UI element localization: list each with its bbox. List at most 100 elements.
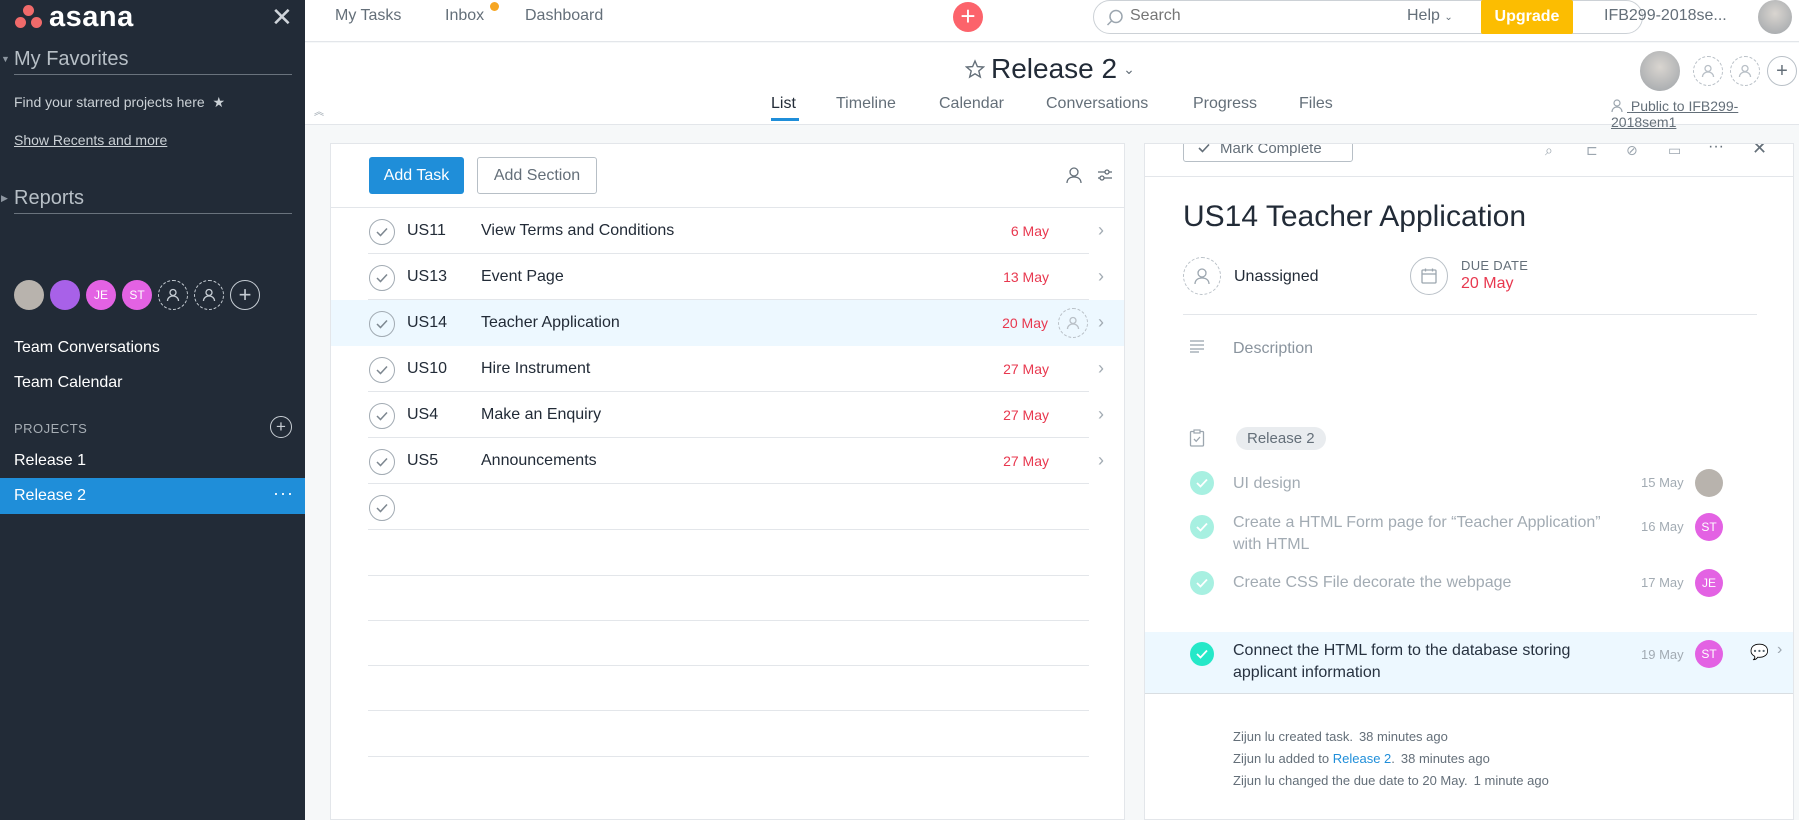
- add-section-button[interactable]: Add Section: [477, 157, 597, 194]
- avatar[interactable]: [14, 280, 44, 310]
- favorites-heading[interactable]: My Favorites: [14, 48, 292, 75]
- task-due-date[interactable]: 27 May: [1003, 453, 1049, 469]
- complete-checkbox-icon[interactable]: [369, 311, 395, 337]
- upgrade-button[interactable]: Upgrade: [1481, 0, 1573, 34]
- sidebar-item-release-2[interactable]: Release 2 ···: [0, 478, 305, 514]
- person-placeholder-icon[interactable]: [194, 280, 224, 310]
- tab-timeline[interactable]: Timeline: [836, 95, 896, 113]
- chevron-right-icon[interactable]: ›: [1098, 312, 1104, 333]
- more-options-icon[interactable]: ···: [273, 483, 294, 504]
- subtask-icon[interactable]: ⊏: [1586, 144, 1598, 159]
- person-placeholder-icon[interactable]: [158, 280, 188, 310]
- table-row[interactable]: US11 View Terms and Conditions 6 May ›: [331, 208, 1124, 254]
- comment-icon[interactable]: 💬: [1750, 643, 1769, 661]
- avatar[interactable]: [1695, 469, 1723, 497]
- avatar[interactable]: ST: [122, 280, 152, 310]
- avatar[interactable]: JE: [86, 280, 116, 310]
- task-due-date[interactable]: 27 May: [1003, 407, 1049, 423]
- complete-checkbox-icon[interactable]: [369, 219, 395, 245]
- user-avatar[interactable]: [1758, 0, 1792, 34]
- task-name[interactable]: Hire Instrument: [481, 360, 590, 378]
- assignee-filter-icon[interactable]: [1065, 166, 1083, 184]
- add-project-icon[interactable]: +: [270, 416, 292, 438]
- project-title[interactable]: Release 2 ⌄: [965, 53, 1135, 85]
- task-due-date[interactable]: 27 May: [1003, 361, 1049, 377]
- add-member-icon[interactable]: +: [230, 280, 260, 310]
- chevron-right-icon[interactable]: ›: [1098, 220, 1104, 241]
- assignee-placeholder-icon[interactable]: [1058, 308, 1088, 338]
- task-due-date[interactable]: 6 May: [1011, 223, 1049, 239]
- task-name[interactable]: Event Page: [481, 268, 564, 286]
- complete-checkbox-icon[interactable]: [369, 403, 395, 429]
- close-icon[interactable]: ✕: [1752, 144, 1767, 159]
- complete-checkbox-icon[interactable]: [369, 357, 395, 383]
- team-conversations-link[interactable]: Team Conversations: [14, 339, 160, 357]
- task-name[interactable]: View Terms and Conditions: [481, 222, 674, 240]
- table-row-selected[interactable]: US14 Teacher Application 20 May ›: [331, 300, 1124, 346]
- add-member-icon[interactable]: +: [1767, 56, 1797, 86]
- close-sidebar-icon[interactable]: ✕: [271, 2, 293, 33]
- person-placeholder-icon[interactable]: [1693, 56, 1723, 86]
- chevron-right-icon[interactable]: ›: [1098, 358, 1104, 379]
- avatar[interactable]: [50, 280, 80, 310]
- description-field[interactable]: Description: [1233, 340, 1313, 358]
- tab-progress[interactable]: Progress: [1193, 95, 1257, 113]
- tab-list[interactable]: List: [771, 95, 796, 113]
- subtask-row-active[interactable]: Connect the HTML form to the database st…: [1145, 632, 1793, 694]
- mark-complete-button[interactable]: Mark Complete: [1183, 144, 1353, 162]
- nav-dashboard[interactable]: Dashboard: [525, 7, 603, 25]
- subtask-name[interactable]: UI design: [1233, 473, 1301, 495]
- add-task-button[interactable]: Add Task: [369, 157, 464, 194]
- subtask-date[interactable]: 16 May: [1641, 519, 1684, 534]
- due-date-value[interactable]: 20 May: [1461, 275, 1513, 293]
- task-due-date[interactable]: 13 May: [1003, 269, 1049, 285]
- caret-down-icon[interactable]: ▼: [1, 54, 10, 64]
- show-recents-link[interactable]: Show Recents and more: [14, 132, 167, 148]
- assignee-value[interactable]: Unassigned: [1234, 268, 1319, 286]
- assignee-placeholder-icon[interactable]: [1183, 257, 1221, 295]
- chevron-right-icon[interactable]: ›: [1777, 641, 1782, 659]
- link-icon[interactable]: ⊘: [1626, 144, 1638, 159]
- subtask-row[interactable]: Create a HTML Form page for “Teacher App…: [1145, 506, 1793, 562]
- nav-inbox[interactable]: Inbox: [445, 7, 484, 25]
- new-task-row[interactable]: [331, 484, 1124, 530]
- subtask-name[interactable]: Create CSS File decorate the webpage: [1233, 572, 1511, 594]
- avatar[interactable]: JE: [1695, 569, 1723, 597]
- table-row[interactable]: US13 Event Page 13 May ›: [331, 254, 1124, 300]
- task-name[interactable]: Announcements: [481, 452, 597, 470]
- task-due-date[interactable]: 20 May: [1002, 315, 1048, 331]
- chevron-down-icon[interactable]: ⌄: [1123, 61, 1135, 78]
- reports-heading[interactable]: Reports: [14, 187, 292, 214]
- task-name[interactable]: Make an Enquiry: [481, 406, 601, 424]
- table-row[interactable]: US4 Make an Enquiry 27 May ›: [331, 392, 1124, 438]
- avatar[interactable]: ST: [1695, 513, 1723, 541]
- table-row[interactable]: US5 Announcements 27 May ›: [331, 438, 1124, 484]
- complete-checkbox-icon[interactable]: [369, 495, 395, 521]
- avatar[interactable]: ST: [1695, 640, 1723, 668]
- caret-right-icon[interactable]: ▶: [1, 193, 8, 204]
- help-menu[interactable]: Help ⌄: [1407, 7, 1453, 25]
- chevron-right-icon[interactable]: ›: [1098, 404, 1104, 425]
- completed-check-icon[interactable]: [1190, 471, 1214, 495]
- table-row[interactable]: US10 Hire Instrument 27 May ›: [331, 346, 1124, 392]
- person-placeholder-icon[interactable]: [1730, 56, 1760, 86]
- fullscreen-icon[interactable]: ▭: [1668, 144, 1681, 159]
- complete-checkbox-icon[interactable]: [369, 265, 395, 291]
- more-actions-icon[interactable]: ···: [1708, 144, 1724, 156]
- workspace-switcher[interactable]: IFB299-2018se...: [1604, 7, 1727, 25]
- subtask-date[interactable]: 17 May: [1641, 575, 1684, 590]
- project-link[interactable]: Release 2: [1333, 751, 1392, 766]
- subtask-name[interactable]: Create a HTML Form page for “Teacher App…: [1233, 512, 1623, 556]
- attachment-icon[interactable]: ⌕: [1545, 144, 1553, 159]
- sidebar-item-release-1[interactable]: Release 1: [14, 452, 86, 470]
- subtask-name[interactable]: Connect the HTML form to the database st…: [1233, 640, 1623, 684]
- tab-calendar[interactable]: Calendar: [939, 95, 1004, 113]
- star-outline-icon[interactable]: [965, 59, 985, 79]
- nav-my-tasks[interactable]: My Tasks: [335, 7, 401, 25]
- subtask-date[interactable]: 15 May: [1641, 475, 1684, 490]
- chevron-right-icon[interactable]: ›: [1098, 266, 1104, 287]
- tab-files[interactable]: Files: [1299, 95, 1333, 113]
- quick-add-button[interactable]: +: [953, 2, 983, 32]
- subtask-row[interactable]: UI design 15 May: [1145, 464, 1793, 504]
- completed-check-icon[interactable]: [1190, 571, 1214, 595]
